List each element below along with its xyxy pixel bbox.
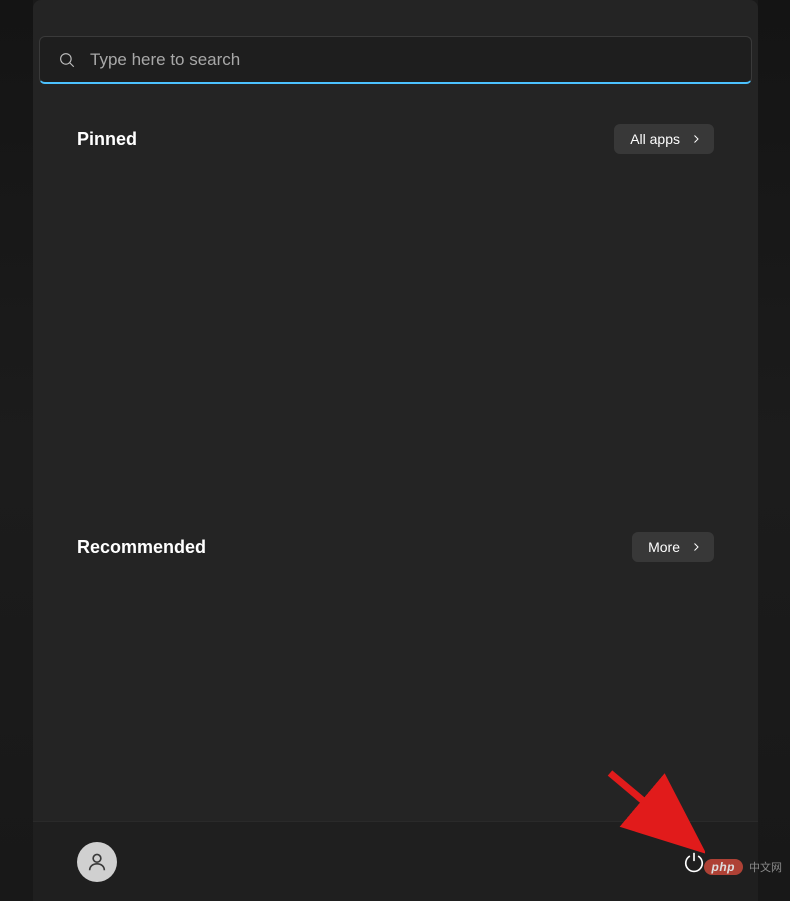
- start-menu: Pinned All apps Recommended More: [33, 0, 758, 901]
- desktop-backdrop-left: [0, 0, 33, 901]
- pinned-apps-grid: [77, 172, 714, 492]
- recommended-header: Recommended More: [77, 532, 714, 562]
- more-button[interactable]: More: [632, 532, 714, 562]
- all-apps-label: All apps: [630, 131, 680, 147]
- search-box[interactable]: [39, 36, 752, 84]
- desktop-backdrop-right: [758, 0, 790, 901]
- user-account-button[interactable]: [77, 842, 117, 882]
- search-input[interactable]: [90, 50, 733, 70]
- all-apps-button[interactable]: All apps: [614, 124, 714, 154]
- pinned-title: Pinned: [77, 129, 137, 150]
- recommended-items-grid: [77, 580, 714, 770]
- user-icon: [86, 851, 108, 873]
- recommended-section: Recommended More: [33, 492, 758, 770]
- pinned-header: Pinned All apps: [77, 124, 714, 154]
- chevron-right-icon: [690, 133, 702, 145]
- search-icon: [58, 51, 76, 69]
- search-container: [33, 0, 758, 84]
- chevron-right-icon: [690, 541, 702, 553]
- power-icon: [683, 851, 705, 873]
- pinned-section: Pinned All apps: [33, 84, 758, 492]
- power-button[interactable]: [674, 842, 714, 882]
- more-label: More: [648, 539, 680, 555]
- recommended-title: Recommended: [77, 537, 206, 558]
- start-menu-footer: [33, 821, 758, 901]
